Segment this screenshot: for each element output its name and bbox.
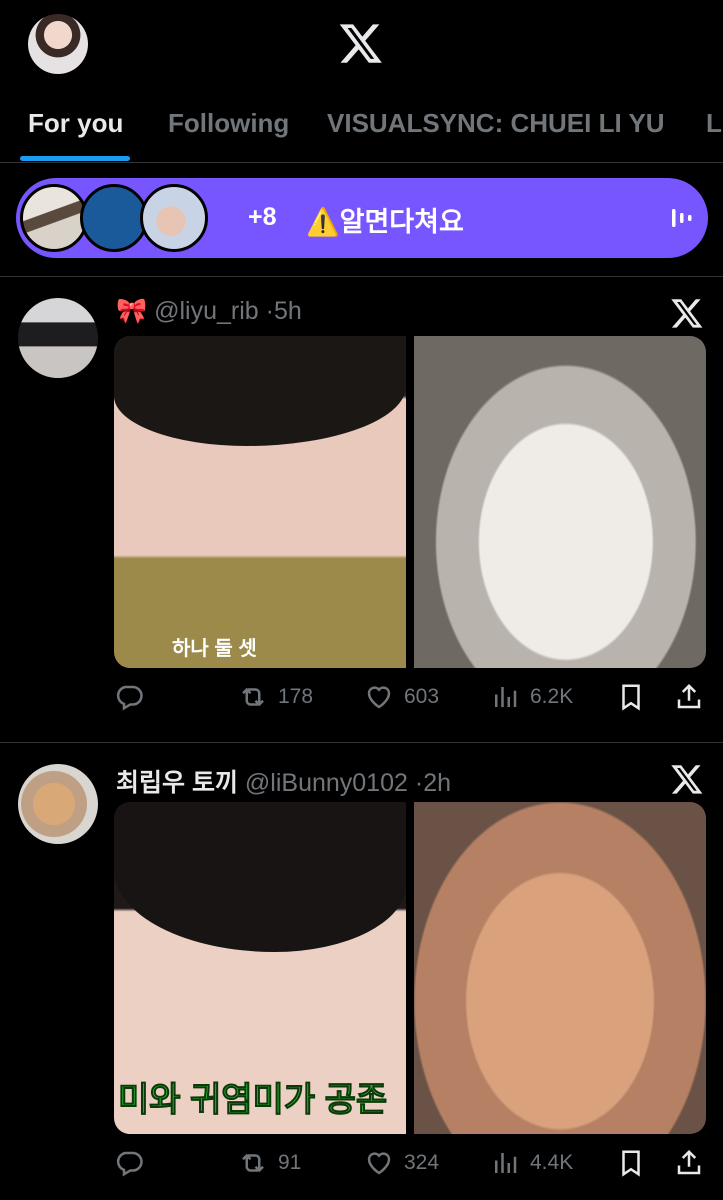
post-media[interactable]: 하나 둘 셋 xyxy=(114,336,706,668)
reply-button[interactable] xyxy=(114,682,154,712)
x-logo-icon[interactable] xyxy=(338,20,384,66)
tab-list-overflow[interactable]: LO xyxy=(706,108,723,139)
views-icon xyxy=(495,1153,517,1173)
hair-shape xyxy=(114,802,406,952)
media-caption: 하나 둘 셋 xyxy=(172,638,257,660)
repost-icon xyxy=(242,1153,264,1173)
heart-icon xyxy=(367,1152,391,1175)
like-button[interactable]: 603 xyxy=(364,682,439,712)
top-bar xyxy=(0,0,723,86)
like-count: 603 xyxy=(404,685,440,708)
author-avatar[interactable] xyxy=(18,764,98,844)
repost-button[interactable]: 91 xyxy=(238,1148,301,1178)
post-actions: 178 603 6.2K xyxy=(114,682,706,722)
like-button[interactable]: 324 xyxy=(364,1148,439,1178)
photo-person[interactable]: 미와 귀염미가 공존 xyxy=(114,802,406,1134)
post-time[interactable]: 5h xyxy=(274,297,302,325)
divider xyxy=(0,742,723,743)
author-avatar[interactable] xyxy=(18,298,98,378)
spaces-listener-count: +8 xyxy=(248,203,277,231)
divider xyxy=(0,276,723,277)
share-button[interactable] xyxy=(674,682,704,712)
tab-for-you[interactable]: For you xyxy=(28,108,123,139)
author-handle[interactable]: @liyu_rib xyxy=(154,297,259,325)
post-actions: 91 324 4.4K xyxy=(114,1148,706,1188)
views-button[interactable]: 6.2K xyxy=(490,682,573,712)
tab-following[interactable]: Following xyxy=(168,108,289,139)
post-time[interactable]: 2h xyxy=(423,769,451,797)
views-count: 4.4K xyxy=(530,1151,574,1174)
post-media[interactable]: 미와 귀염미가 공존 xyxy=(114,802,706,1134)
bookmark-icon xyxy=(622,684,640,711)
views-count: 6.2K xyxy=(530,685,574,708)
share-icon xyxy=(677,1149,701,1175)
separator-dot: · xyxy=(414,769,424,797)
bookmark-button[interactable] xyxy=(616,682,646,712)
listener-avatar xyxy=(140,184,208,252)
post-header: 🎀 @liyu_rib ·5h xyxy=(116,297,302,326)
speaker-avatar xyxy=(80,184,148,252)
author-handle[interactable]: @liBunny0102 xyxy=(245,769,408,797)
active-tab-indicator xyxy=(20,156,130,161)
post-header: 최립우 토끼 @liBunny0102 ·2h xyxy=(116,763,451,799)
repost-icon xyxy=(242,687,264,707)
repost-count: 91 xyxy=(278,1151,302,1174)
spaces-bar[interactable]: +8 ⚠️알면다쳐요 xyxy=(16,178,708,258)
repost-count: 178 xyxy=(278,685,314,708)
repost-button[interactable]: 178 xyxy=(238,682,313,712)
tab-visualsync[interactable]: VISUALSYNC: CHUEI LI YU xyxy=(327,108,665,139)
photo-person[interactable]: 하나 둘 셋 xyxy=(114,336,406,668)
x-logo-icon xyxy=(671,299,703,328)
hair-shape xyxy=(114,336,406,446)
audio-bars-icon xyxy=(672,209,692,227)
views-icon xyxy=(495,687,517,707)
reply-button[interactable] xyxy=(114,1148,154,1178)
author-name[interactable]: 🎀 xyxy=(116,297,147,325)
reply-icon xyxy=(116,1151,143,1177)
spaces-title: ⚠️알면다쳐요 xyxy=(306,207,464,237)
profile-avatar[interactable] xyxy=(28,14,88,74)
share-icon xyxy=(677,683,701,709)
like-count: 324 xyxy=(404,1151,440,1174)
timeline-tabs: For you Following VISUALSYNC: CHUEI LI Y… xyxy=(0,86,723,163)
views-button[interactable]: 4.4K xyxy=(490,1148,573,1178)
separator-dot: · xyxy=(265,297,274,325)
x-logo-icon xyxy=(671,765,703,794)
bookmark-button[interactable] xyxy=(616,1148,646,1178)
author-name[interactable]: 최립우 토끼 xyxy=(116,769,238,797)
bookmark-icon xyxy=(622,1150,640,1177)
photo-rabbit[interactable] xyxy=(414,336,706,668)
share-button[interactable] xyxy=(674,1148,704,1178)
heart-icon xyxy=(367,686,391,709)
host-avatar xyxy=(20,184,88,252)
photo-rabbit[interactable] xyxy=(414,802,706,1134)
media-caption: 미와 귀염미가 공존 xyxy=(117,1081,388,1120)
reply-icon xyxy=(116,685,143,711)
